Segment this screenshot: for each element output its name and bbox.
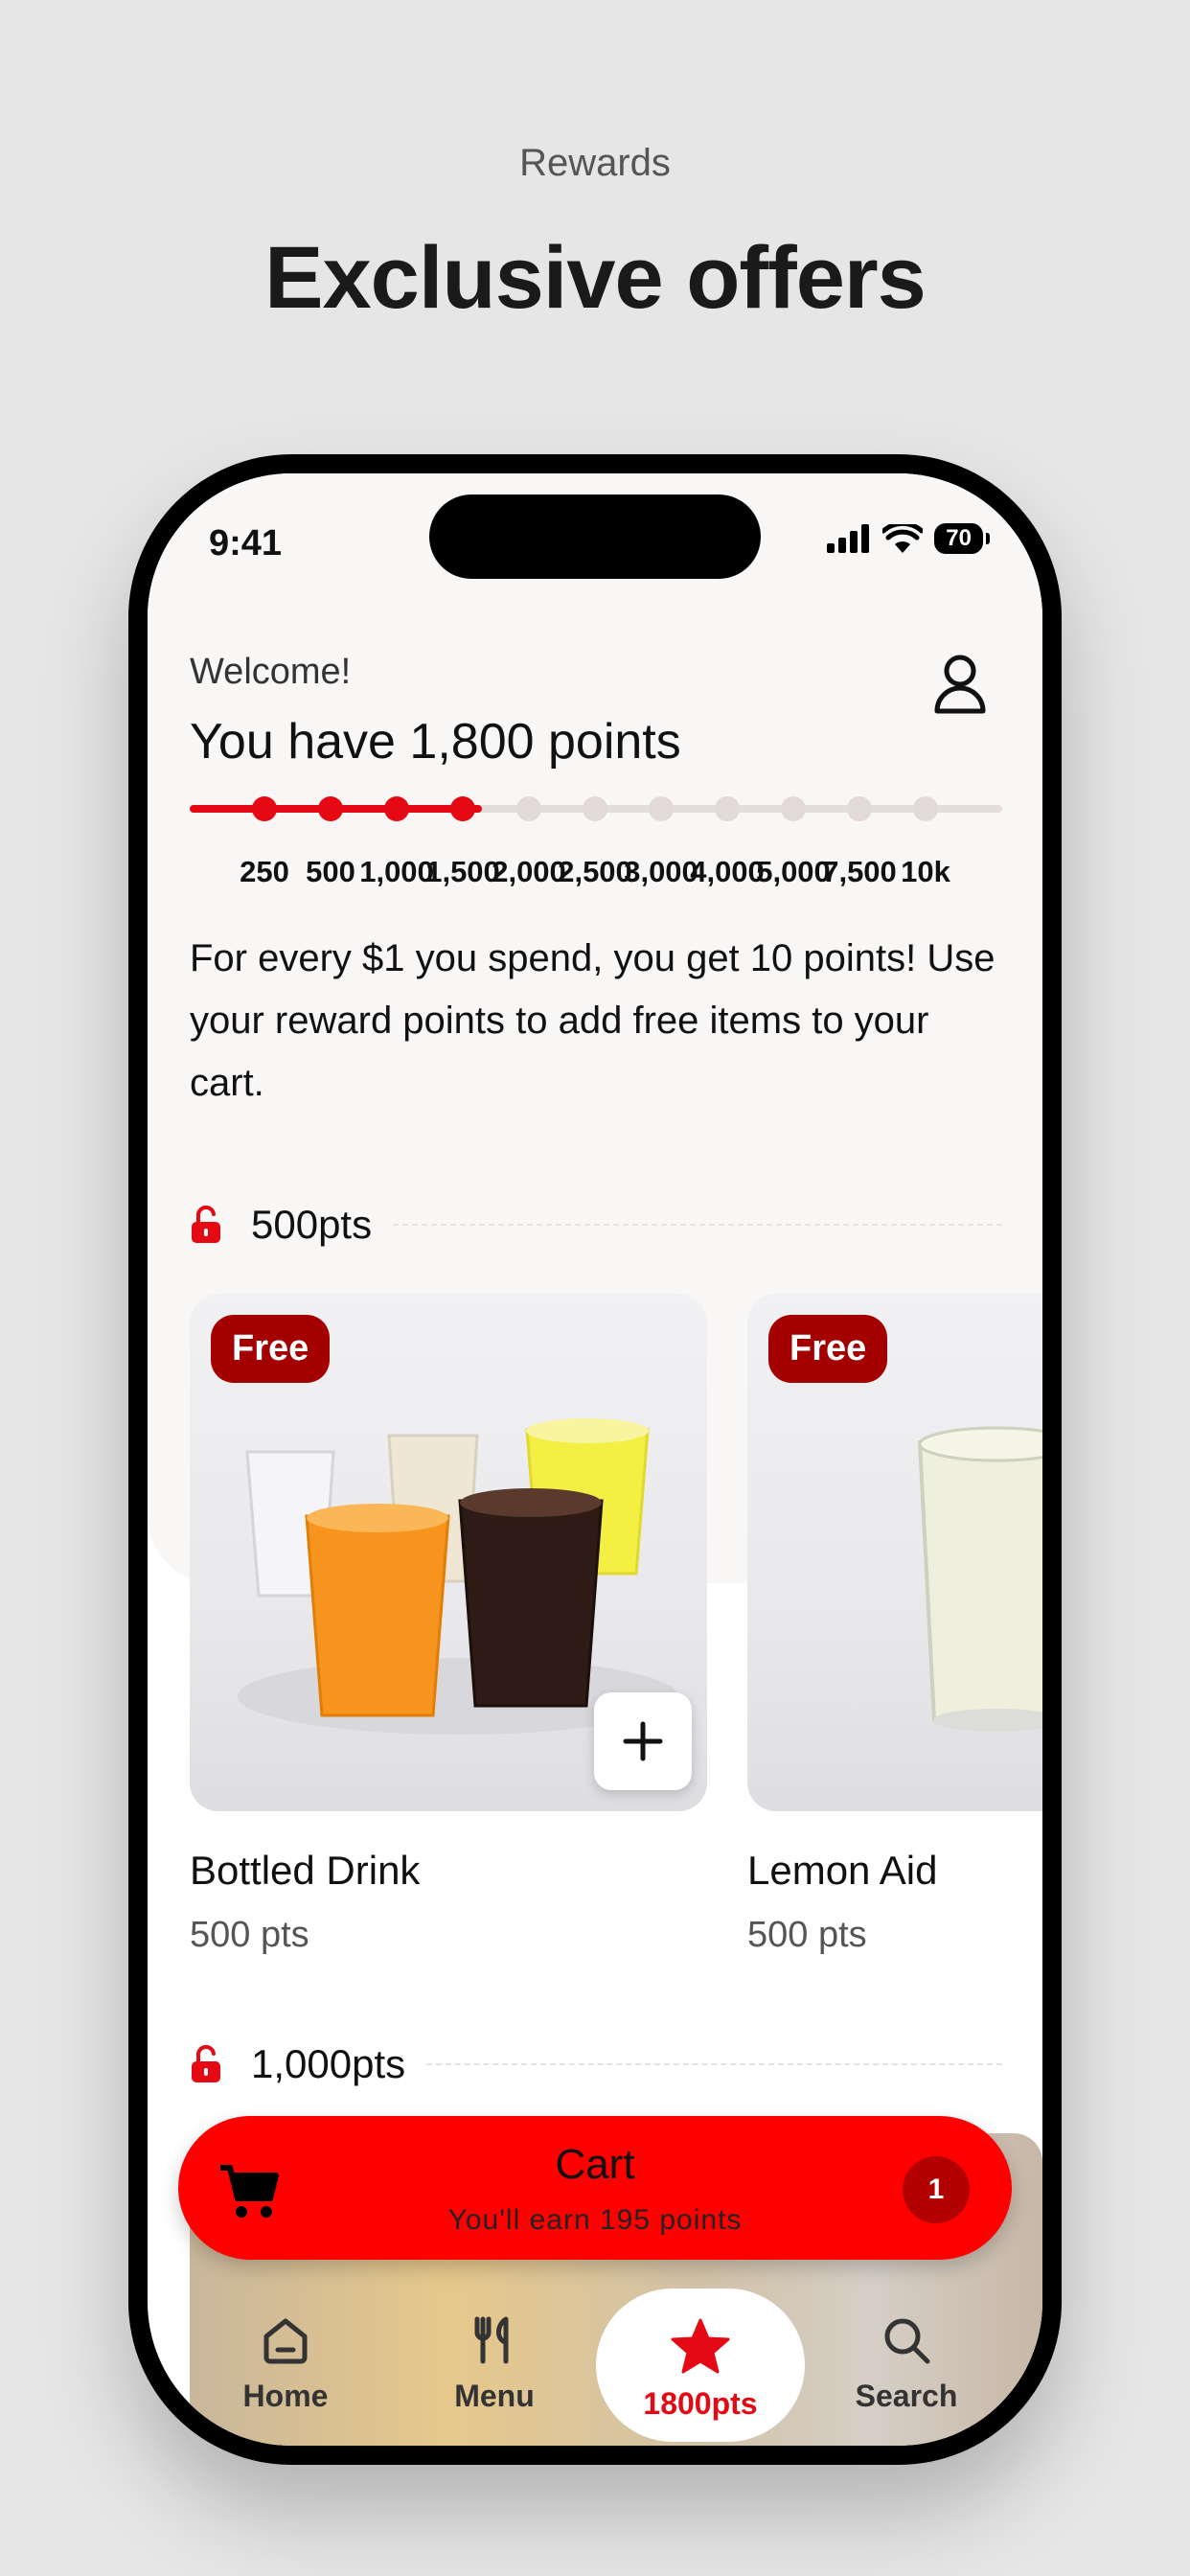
tier-dot	[384, 796, 409, 821]
phone-frame: 9:41 70 Welcome! You have 1,800 points 2…	[128, 454, 1062, 2465]
tab-rewards[interactable]: 1800pts	[596, 2288, 805, 2442]
tab-label: Search	[855, 2379, 958, 2413]
tier-label: 500	[306, 855, 355, 888]
cart-title: Cart	[555, 2141, 635, 2188]
profile-icon[interactable]	[922, 644, 998, 721]
tier-label: 250	[240, 855, 289, 888]
cart-count-badge: 1	[903, 2156, 970, 2223]
points-progress	[190, 796, 1002, 821]
product-image: Free	[190, 1294, 707, 1811]
unlock-icon	[192, 2045, 220, 2082]
cart-earn-text: You'll earn 195 points	[447, 2204, 743, 2236]
tier-label: 10k	[901, 855, 950, 888]
tab-label: 1800pts	[643, 2386, 758, 2421]
section-divider	[393, 1224, 1002, 1226]
section-divider	[426, 2063, 1002, 2065]
tab-home[interactable]: Home	[199, 2285, 372, 2446]
cart-button[interactable]: Cart You'll earn 195 points 1	[178, 2116, 1012, 2260]
tier-dot	[649, 796, 674, 821]
product-image: Free	[747, 1294, 1042, 1811]
section-header-1000: 1,000pts	[190, 2041, 1002, 2087]
status-time: 9:41	[209, 523, 283, 564]
section-header-500: 500pts	[190, 1202, 1002, 1248]
store-subtitle: Rewards	[519, 142, 671, 184]
tier-label: 2,000	[492, 855, 566, 888]
home-icon	[263, 2318, 308, 2364]
welcome-text: Welcome!	[190, 652, 352, 692]
free-badge: Free	[768, 1315, 888, 1383]
rewards-info: For every $1 you spend, you get 10 point…	[190, 937, 995, 1104]
tier-dot	[450, 796, 475, 821]
section-label: 500pts	[251, 1202, 373, 1247]
tier-label: 3,000	[624, 855, 698, 888]
app-screen: 9:41 70 Welcome! You have 1,800 points 2…	[148, 473, 1042, 2446]
utensils-icon	[474, 2316, 509, 2364]
points-balance: You have 1,800 points	[190, 714, 681, 770]
star-icon	[671, 2318, 730, 2374]
reward-card[interactable]: Free Bottled Drink 500 pts	[190, 1294, 707, 1956]
tier-dot	[516, 796, 541, 821]
product-name: Lemon Aid	[747, 1848, 938, 1893]
add-to-cart-button[interactable]	[594, 1692, 692, 1790]
status-icons: 70	[827, 523, 990, 554]
dynamic-island	[429, 494, 761, 579]
tier-dot	[583, 796, 607, 821]
free-badge: Free	[211, 1315, 331, 1383]
tab-label: Menu	[454, 2379, 535, 2413]
tier-label: 2,500	[558, 855, 632, 888]
tier-dot	[252, 796, 277, 821]
section-label: 1,000pts	[251, 2041, 406, 2086]
tier-dot	[847, 796, 872, 821]
tab-menu[interactable]: Menu	[408, 2285, 581, 2446]
product-name: Bottled Drink	[190, 1848, 421, 1893]
tier-label: 4,000	[690, 855, 765, 888]
tier-dot	[913, 796, 938, 821]
signal-icon	[827, 524, 870, 553]
battery-indicator: 70	[934, 523, 990, 554]
tier-label: 1,000	[359, 855, 434, 888]
tier-dot	[318, 796, 343, 821]
tab-label: Home	[242, 2379, 329, 2413]
product-points: 500 pts	[747, 1915, 867, 1955]
plus-icon	[623, 1721, 663, 1761]
store-headline: Exclusive offers	[264, 229, 927, 327]
unlock-icon	[192, 1206, 220, 1243]
wifi-icon	[882, 524, 924, 553]
reward-card[interactable]: Free Lemon Aid 500 pts	[747, 1294, 1042, 1956]
tier-dot	[781, 796, 806, 821]
tier-dot	[715, 796, 740, 821]
tab-search[interactable]: Search	[820, 2285, 993, 2446]
tier-label: 5,000	[756, 855, 831, 888]
tier-label: 1,500	[425, 855, 500, 888]
product-points: 500 pts	[190, 1915, 309, 1955]
tier-label: 7,500	[822, 855, 897, 888]
search-icon	[884, 2318, 930, 2364]
tab-bar: Home Menu 1800pts Search	[148, 2285, 1042, 2446]
